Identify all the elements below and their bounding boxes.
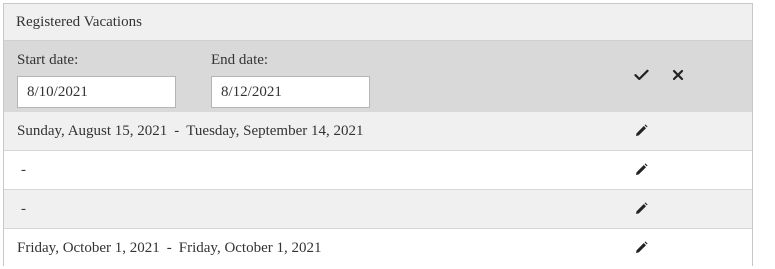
start-date-label: Start date: [17, 52, 79, 68]
panel-title: Registered Vacations [16, 13, 142, 30]
pencil-icon [636, 124, 648, 136]
vacation-row: - [4, 190, 752, 229]
end-date-input[interactable] [211, 76, 370, 108]
cancel-button[interactable] [669, 66, 687, 84]
pencil-icon [636, 202, 648, 214]
edit-button[interactable] [632, 200, 650, 218]
start-date-input[interactable] [17, 76, 176, 108]
end-date-field: End date: [211, 51, 370, 108]
vacation-row: Friday, October 1, 2021 - Friday, Octobe… [4, 229, 752, 268]
pencil-icon [636, 163, 648, 175]
vacation-separator: - [166, 240, 172, 256]
edit-button[interactable] [632, 161, 650, 179]
check-icon [633, 69, 649, 81]
vacation-row: - [4, 151, 752, 190]
vacation-end: Friday, October 1, 2021 [178, 240, 322, 256]
vacation-end: Tuesday, September 14, 2021 [186, 122, 364, 139]
panel-header: Registered Vacations [4, 4, 752, 41]
vacation-separator: - [21, 161, 26, 178]
edit-button[interactable] [632, 122, 650, 140]
close-icon [672, 69, 684, 81]
edit-button[interactable] [632, 239, 650, 257]
vacation-start: Friday, October 1, 2021 [17, 240, 160, 256]
vacation-start: Sunday, August 15, 2021 [17, 122, 168, 139]
vacation-edit-row: Start date: End date: [4, 41, 752, 112]
vacation-row: Sunday, August 15, 2021 - Tuesday, Septe… [4, 112, 752, 151]
pencil-icon [636, 241, 648, 253]
vacation-separator: - [174, 122, 180, 139]
vacation-separator: - [21, 200, 26, 217]
end-date-label: End date: [211, 52, 269, 68]
confirm-button[interactable] [632, 66, 650, 84]
vacations-panel: Registered Vacations Start date: End dat… [3, 3, 753, 268]
start-date-field: Start date: [17, 51, 176, 108]
